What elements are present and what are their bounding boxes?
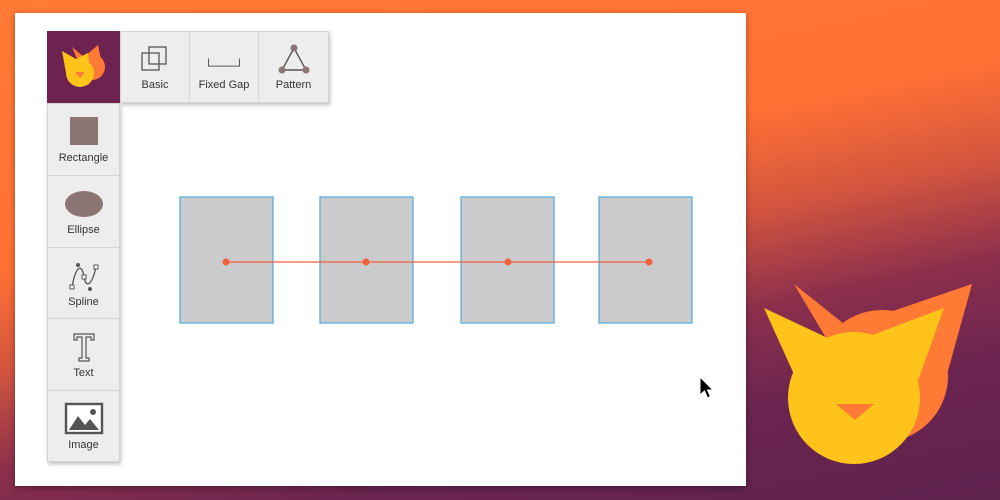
connector-point-1[interactable]: [222, 258, 230, 266]
canvas-rectangle-4[interactable]: [598, 196, 693, 324]
text-tool-label: Text: [73, 367, 94, 380]
mouse-cursor-icon: [699, 376, 715, 399]
ellipse-tool-label: Ellipse: [67, 223, 100, 236]
image-tool-label: Image: [68, 439, 99, 452]
ellipse-tool-button[interactable]: Ellipse: [48, 176, 119, 248]
cat-logo-icon: [61, 45, 105, 87]
basic-tool-label: Basic: [141, 79, 169, 91]
connector-point-4[interactable]: [645, 258, 653, 266]
pattern-tool-button[interactable]: Pattern: [259, 32, 328, 102]
connector-point-3[interactable]: [504, 258, 512, 266]
ellipse-icon: [64, 190, 103, 217]
image-tool-button[interactable]: Image: [48, 391, 119, 463]
app-logo: [47, 31, 120, 103]
text-tool-button[interactable]: Text: [48, 319, 119, 392]
text-icon: [72, 333, 95, 362]
spline-icon: [69, 262, 98, 291]
basic-layers-icon: [141, 46, 167, 71]
side-toolbar: Rectangle Ellipse Spline Text Image: [47, 103, 120, 462]
image-icon: [64, 402, 103, 435]
pattern-triangle-icon: [278, 44, 309, 74]
spline-tool-label: Spline: [68, 295, 99, 308]
rectangle-icon: [69, 117, 98, 145]
fixed-gap-tool-label: Fixed Gap: [198, 79, 250, 91]
spline-tool-button[interactable]: Spline: [48, 248, 119, 320]
rectangle-tool-button[interactable]: Rectangle: [48, 104, 119, 176]
cat-mascot-icon: [764, 284, 972, 464]
connector-point-2[interactable]: [362, 258, 370, 266]
fixed-gap-icon: [208, 58, 240, 67]
fixed-gap-tool-button[interactable]: Fixed Gap: [190, 32, 259, 102]
pattern-tool-label: Pattern: [275, 79, 312, 91]
basic-tool-button[interactable]: Basic: [121, 32, 190, 102]
rectangle-tool-label: Rectangle: [58, 152, 109, 164]
top-toolbar: Basic Fixed Gap Pattern: [120, 31, 329, 103]
